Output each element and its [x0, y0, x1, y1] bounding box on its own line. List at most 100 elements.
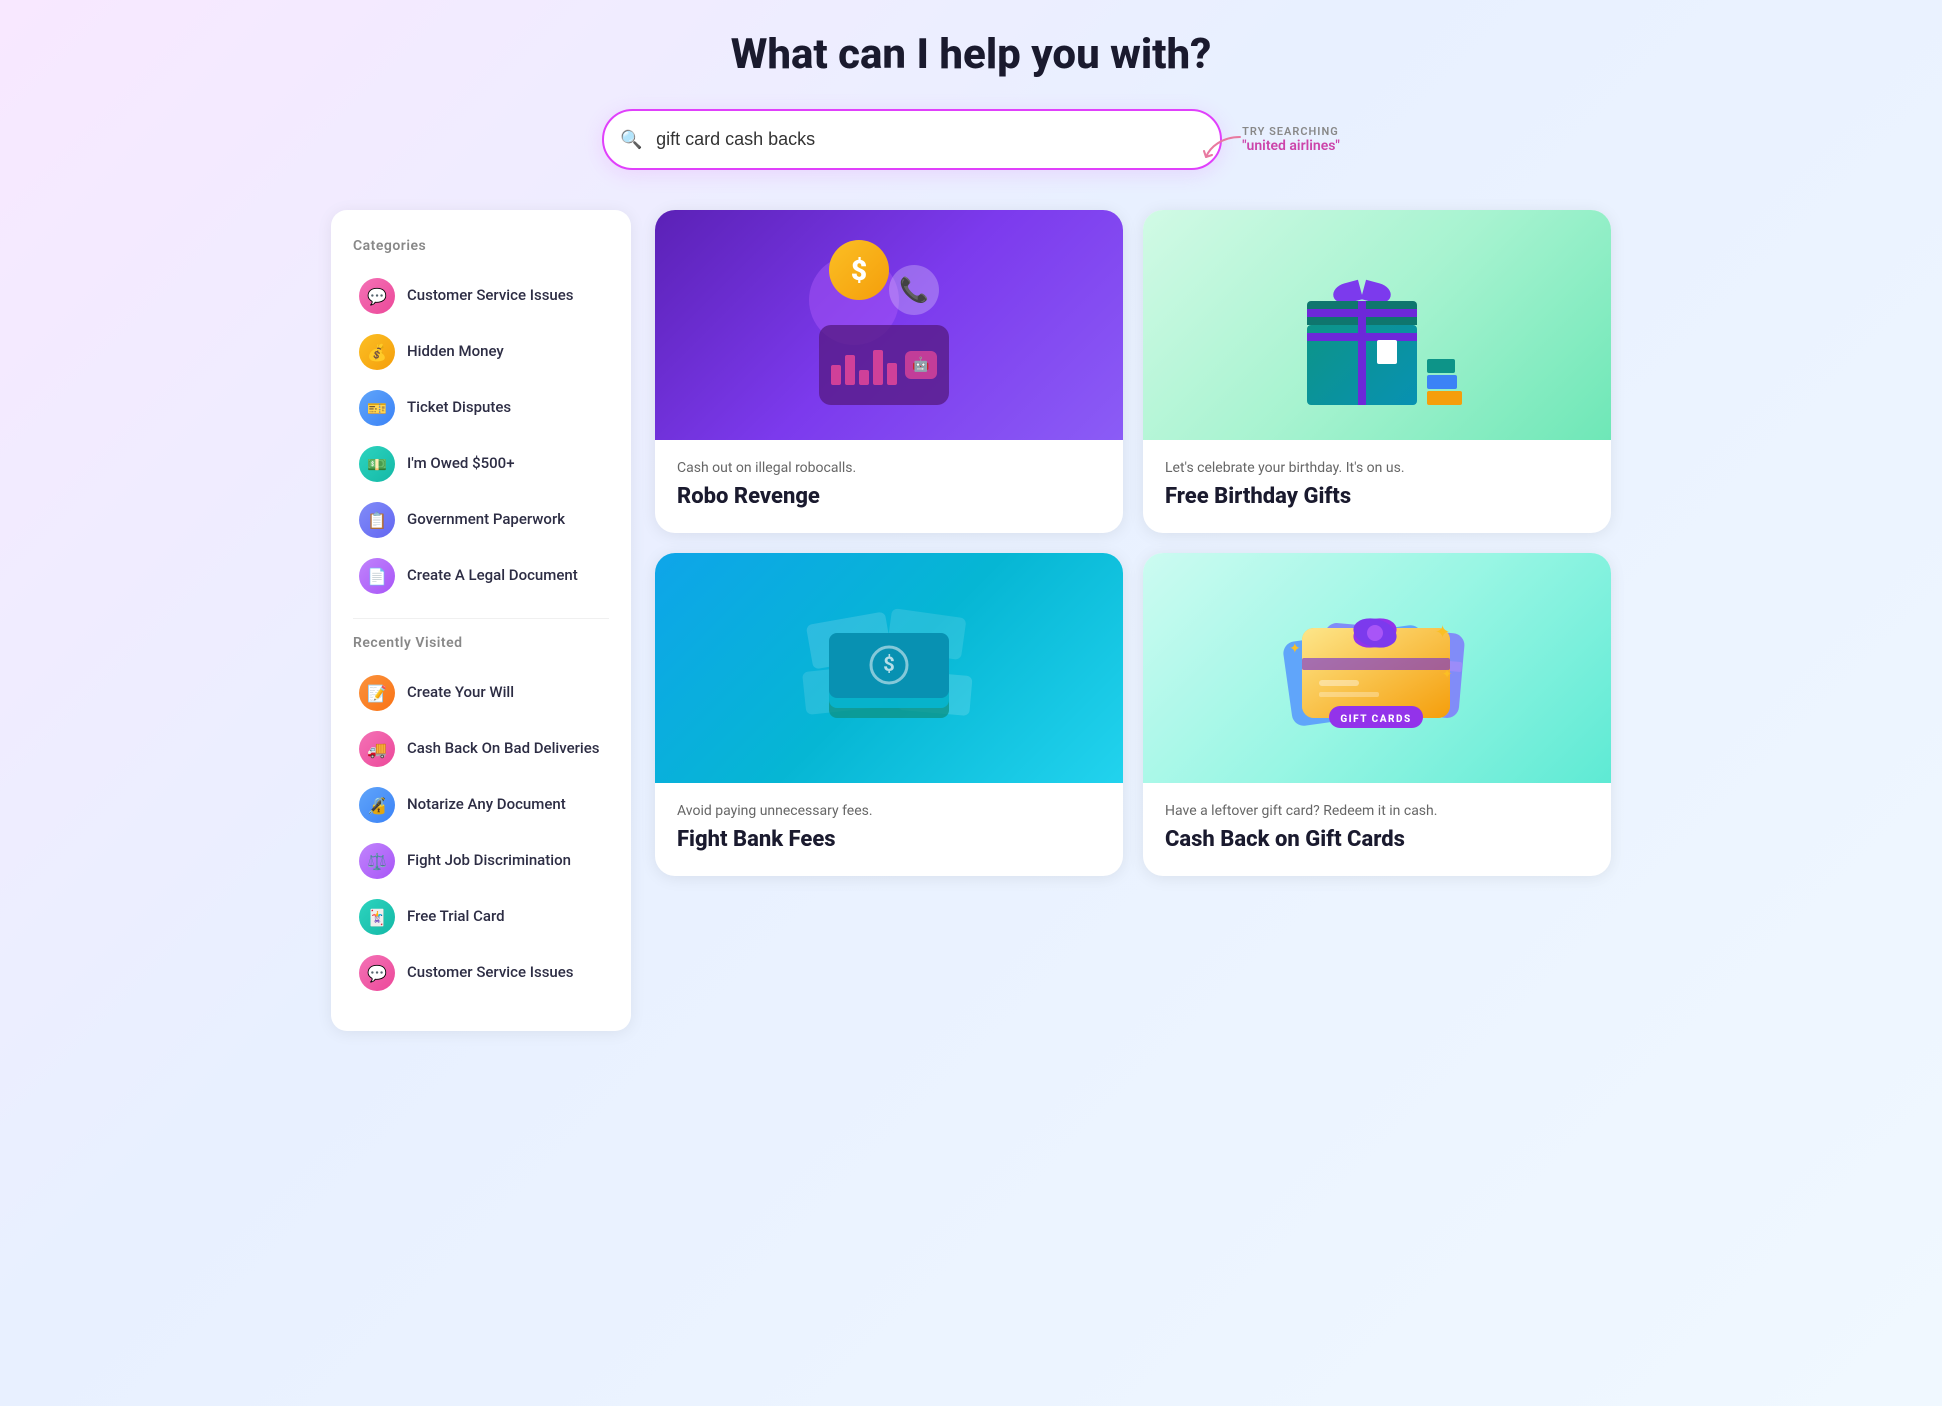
arrow-icon [1202, 133, 1242, 161]
gift-box [1307, 325, 1417, 405]
card-content-robo-revenge: Cash out on illegal robocalls. Robo Reve… [655, 440, 1123, 533]
svg-text:✦: ✦ [1289, 641, 1301, 657]
sidebar-label: Cash Back On Bad Deliveries [407, 739, 599, 759]
sidebar-label: Fight Job Discrimination [407, 851, 571, 871]
bar [859, 370, 869, 385]
card-image-robo-revenge: $ 📞 🤖 [655, 210, 1123, 440]
sidebar-label: Hidden Money [407, 342, 504, 362]
robo-scene: $ 📞 🤖 [789, 235, 989, 415]
book-2 [1427, 375, 1457, 389]
sidebar-item[interactable]: 📝 Create Your Will [353, 667, 609, 719]
sidebar-icon-customer-service-2: 💬 [359, 955, 395, 991]
sidebar-icon-create-will: 📝 [359, 675, 395, 711]
sidebar-item[interactable]: 💰 Hidden Money [353, 326, 609, 378]
card-subtitle: Avoid paying unnecessary fees. [677, 803, 1101, 819]
sidebar-item[interactable]: 💬 Customer Service Issues [353, 270, 609, 322]
sidebar-label: Government Paperwork [407, 510, 565, 530]
page-wrapper: What can I help you with? 🔍 TRY SEARCHIN… [331, 30, 1611, 1031]
search-input[interactable] [602, 109, 1222, 170]
giftcard-scene: GIFT CARDS ✦ ✦ ✦ [1267, 578, 1487, 758]
book-3 [1427, 359, 1455, 373]
sidebar-label: Ticket Disputes [407, 398, 511, 418]
sidebar-item[interactable]: 🎫 Ticket Disputes [353, 382, 609, 434]
money-svg: $ [799, 598, 979, 738]
gift-ribbon-v2 [1358, 325, 1366, 405]
svg-text:GIFT CARDS: GIFT CARDS [1340, 714, 1411, 725]
sidebar-icon-cash-back-deliveries: 🚚 [359, 731, 395, 767]
robo-dollar-icon: $ [829, 240, 889, 300]
card-content-bank-fees: Avoid paying unnecessary fees. Fight Ban… [655, 783, 1123, 876]
robot-face-icon: 🤖 [905, 351, 937, 379]
sidebar-item[interactable]: 🔏 Notarize Any Document [353, 779, 609, 831]
sidebar-item[interactable]: 📄 Create A Legal Document [353, 550, 609, 602]
sidebar-item[interactable]: 💵 I'm Owed $500+ [353, 438, 609, 490]
card-image-bank-fees: $ [655, 553, 1123, 783]
svg-text:$: $ [883, 652, 894, 676]
search-icon: 🔍 [620, 129, 642, 150]
robo-robot-card: 🤖 [819, 325, 949, 405]
robo-phone-icon: 📞 [889, 265, 939, 315]
sidebar-icon-government: 📋 [359, 502, 395, 538]
money-scene: $ [789, 578, 989, 758]
bar [831, 365, 841, 385]
sidebar-icon-legal: 📄 [359, 558, 395, 594]
sidebar-item[interactable]: 🚚 Cash Back On Bad Deliveries [353, 723, 609, 775]
card-subtitle: Let's celebrate your birthday. It's on u… [1165, 460, 1589, 476]
page-title: What can I help you with? [331, 30, 1611, 79]
bar [873, 350, 883, 385]
sidebar-label: Free Trial Card [407, 907, 505, 927]
sidebar-icon-free-trial: 🃏 [359, 899, 395, 935]
sidebar-item[interactable]: ⚖️ Fight Job Discrimination [353, 835, 609, 887]
gift-tag [1377, 340, 1397, 364]
recently-visited-title: Recently Visited [353, 635, 609, 651]
try-searching-hint: TRY SEARCHING "united airlines" [1242, 125, 1340, 154]
sidebar-label: Create A Legal Document [407, 566, 578, 586]
cards-grid: $ 📞 🤖 [655, 210, 1611, 876]
card-image-gift-cards: GIFT CARDS ✦ ✦ ✦ [1143, 553, 1611, 783]
card-title: Cash Back on Gift Cards [1165, 827, 1589, 852]
card-title: Fight Bank Fees [677, 827, 1101, 852]
card-robo-revenge[interactable]: $ 📞 🤖 [655, 210, 1123, 533]
book-stack [1427, 359, 1462, 405]
gift-scene [1277, 235, 1477, 415]
sidebar-icon-fight-job: ⚖️ [359, 843, 395, 879]
sidebar-item[interactable]: 💬 Customer Service Issues [353, 947, 609, 999]
svg-text:✦: ✦ [1435, 622, 1450, 643]
gift-ribbon-v [1358, 301, 1366, 325]
try-searching-label: TRY SEARCHING [1242, 125, 1339, 138]
sidebar-label: Notarize Any Document [407, 795, 566, 815]
search-area: 🔍 TRY SEARCHING "united airlines" [331, 109, 1611, 170]
sidebar-label: Customer Service Issues [407, 963, 574, 983]
sidebar-label: Customer Service Issues [407, 286, 574, 306]
try-searching-value: "united airlines" [1242, 138, 1340, 154]
search-container: 🔍 [602, 109, 1222, 170]
gift-box-top [1307, 301, 1417, 325]
card-subtitle: Have a leftover gift card? Redeem it in … [1165, 803, 1589, 819]
card-title: Robo Revenge [677, 484, 1101, 509]
card-image-birthday [1143, 210, 1611, 440]
card-subtitle: Cash out on illegal robocalls. [677, 460, 1101, 476]
sidebar-icon-notarize: 🔏 [359, 787, 395, 823]
card-cash-back-gift-cards[interactable]: GIFT CARDS ✦ ✦ ✦ Have a leftover gift ca… [1143, 553, 1611, 876]
sidebar-label: I'm Owed $500+ [407, 454, 515, 474]
main-layout: Categories 💬 Customer Service Issues 💰 H… [331, 210, 1611, 1031]
bar [845, 355, 855, 385]
sidebar-item[interactable]: 📋 Government Paperwork [353, 494, 609, 546]
card-title: Free Birthday Gifts [1165, 484, 1589, 509]
sidebar-icon-owed-500: 💵 [359, 446, 395, 482]
sidebar: Categories 💬 Customer Service Issues 💰 H… [331, 210, 631, 1031]
robo-bars [831, 345, 897, 385]
card-fight-bank-fees[interactable]: $ Avoid paying unnecessary fees. Fight B… [655, 553, 1123, 876]
giftcard-svg: GIFT CARDS ✦ ✦ ✦ [1267, 578, 1487, 758]
card-content-gift-cards: Have a leftover gift card? Redeem it in … [1143, 783, 1611, 876]
sidebar-label: Create Your Will [407, 683, 514, 703]
sidebar-divider [353, 618, 609, 619]
card-free-birthday-gifts[interactable]: Let's celebrate your birthday. It's on u… [1143, 210, 1611, 533]
categories-title: Categories [353, 238, 609, 254]
card-content-birthday: Let's celebrate your birthday. It's on u… [1143, 440, 1611, 533]
svg-text:✦: ✦ [1442, 667, 1452, 681]
sidebar-icon-customer-service: 💬 [359, 278, 395, 314]
sidebar-icon-ticket-disputes: 🎫 [359, 390, 395, 426]
sidebar-item[interactable]: 🃏 Free Trial Card [353, 891, 609, 943]
sidebar-icon-hidden-money: 💰 [359, 334, 395, 370]
